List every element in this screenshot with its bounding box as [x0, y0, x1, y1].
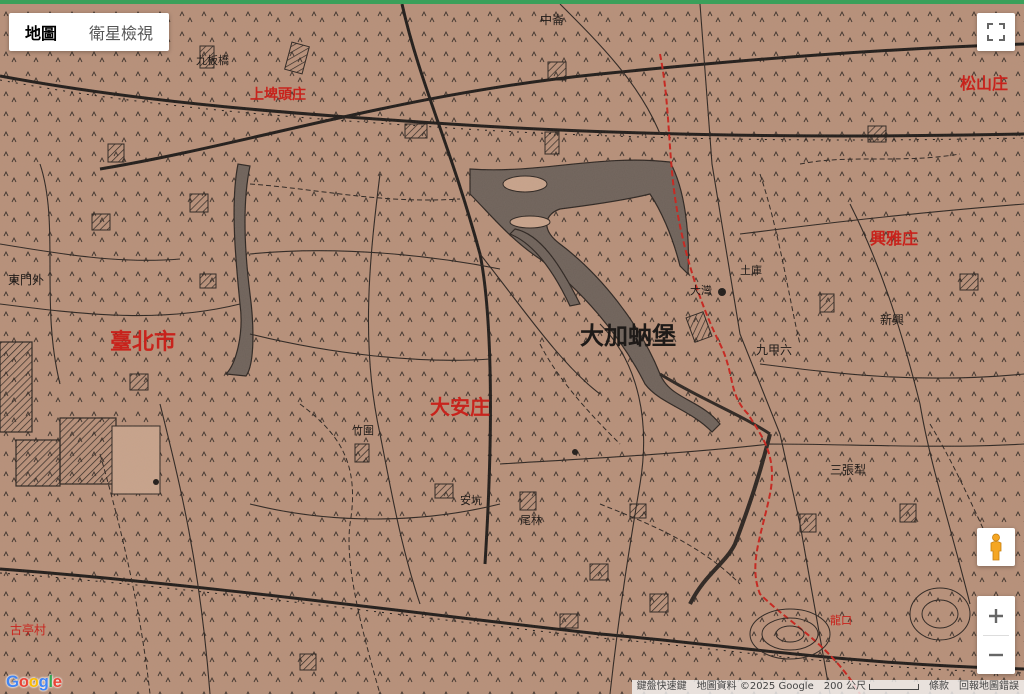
- street-view-pegman-button[interactable]: [977, 528, 1015, 566]
- label-shanghai: 上埤頭庄: [250, 86, 306, 103]
- map-data-attribution: 地圖資料 ©2025 Google: [696, 681, 814, 692]
- label-guting: 古亭村: [10, 622, 46, 637]
- label-taipei: 臺北市: [110, 329, 176, 355]
- scale-bar: [869, 684, 919, 690]
- label-xingya: 興雅庄: [870, 229, 918, 248]
- label-tuku: 土庫: [740, 263, 762, 277]
- scale-label: 200 公尺: [823, 681, 866, 692]
- terms-link[interactable]: 條款: [924, 680, 954, 694]
- label-liuzhangli: 九甲六: [756, 343, 792, 357]
- label-dajia: 大加蚋堡: [580, 321, 676, 350]
- map-type-control: 地圖 衛星檢視: [9, 13, 170, 51]
- historic-map-image[interactable]: 臺北市 大安庄 興雅庄 松山庄 上埤頭庄 大加蚋堡 東門外 九板橋 中崙 三張犁…: [0, 4, 1024, 694]
- fullscreen-button[interactable]: [977, 13, 1015, 51]
- minus-icon: [989, 653, 1003, 656]
- label-songshan: 松山庄: [960, 74, 1008, 93]
- map-canvas[interactable]: 臺北市 大安庄 興雅庄 松山庄 上埤頭庄 大加蚋堡 東門外 九板橋 中崙 三張犁…: [0, 4, 1024, 694]
- plus-icon: [989, 608, 1003, 623]
- report-error-link[interactable]: 回報地圖錯誤: [954, 680, 1024, 694]
- label-wulin: 尾林: [520, 513, 542, 527]
- scale-control[interactable]: 200 公尺: [819, 680, 924, 694]
- keyboard-shortcuts-link[interactable]: 鍵盤快速鍵: [632, 680, 692, 694]
- map-footer: 鍵盤快速鍵 地圖資料 ©2025 Google 200 公尺 條款 回報地圖錯誤: [631, 680, 1024, 694]
- zoom-control: [977, 596, 1015, 674]
- fullscreen-icon: [987, 23, 1005, 41]
- label-zhulun: 竹圍: [352, 423, 374, 437]
- label-longkou: 龍口: [830, 613, 852, 627]
- google-logo[interactable]: Google: [6, 672, 62, 692]
- pegman-icon: [990, 533, 1002, 561]
- label-dongmen: 東門外: [8, 273, 44, 287]
- label-jiuban: 九板橋: [196, 53, 229, 67]
- label-sanzhangli: 三張犁: [830, 463, 866, 477]
- label-anjiu: 安坑: [460, 493, 482, 507]
- label-zhonglun: 中崙: [540, 12, 564, 27]
- label-xinglong: 新興: [880, 312, 904, 327]
- label-daan: 大安庄: [430, 395, 490, 419]
- zoom-in-button[interactable]: [977, 597, 1015, 635]
- zoom-out-button[interactable]: [977, 636, 1015, 674]
- map-type-satellite-button[interactable]: 衛星檢視: [73, 13, 169, 51]
- label-dawan: 大灣: [690, 283, 712, 297]
- map-type-map-button[interactable]: 地圖: [9, 13, 73, 51]
